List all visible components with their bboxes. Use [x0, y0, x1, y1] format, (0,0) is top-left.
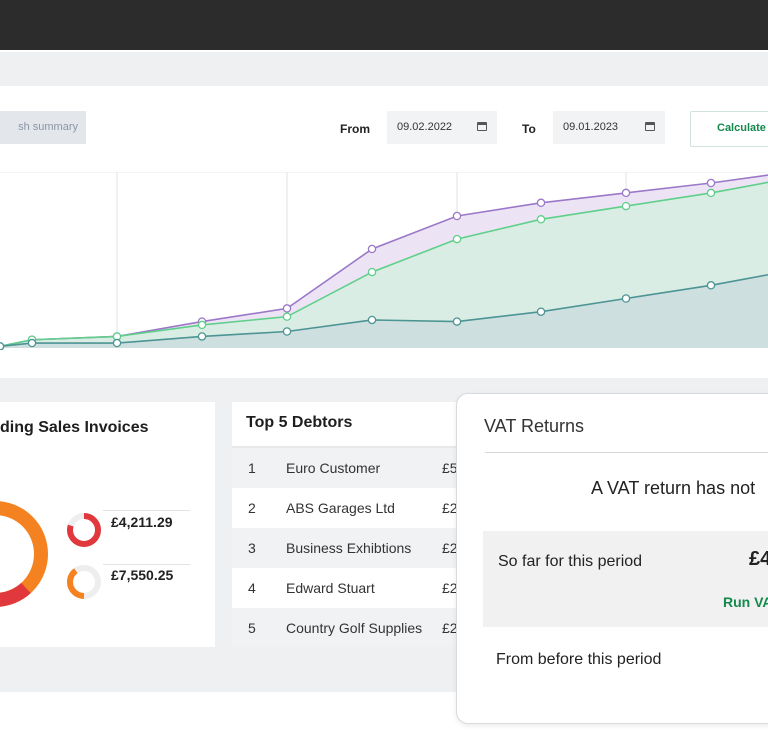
- divider: [485, 452, 768, 453]
- data-point-teal: [0, 342, 5, 350]
- cash-summary-button[interactable]: sh summary: [0, 111, 86, 144]
- sales-invoices-title: ding Sales Invoices: [0, 419, 149, 436]
- debtor-rank: 2: [248, 500, 256, 516]
- data-point-green: [197, 320, 207, 330]
- vat-status-message: A VAT return has not: [591, 478, 756, 498]
- from-label: From: [340, 122, 370, 136]
- mini-ring-orange: [67, 565, 101, 599]
- data-point-teal: [112, 338, 122, 348]
- mini-ring-red: [67, 513, 101, 547]
- current-period-panel: So far for this period £4 Run VA: [483, 531, 768, 627]
- calendar-icon[interactable]: [477, 122, 487, 131]
- data-point-teal: [706, 281, 716, 290]
- to-date-input[interactable]: 09.01.2023: [553, 111, 665, 144]
- invoice-amount-2: £7,550.25: [111, 567, 174, 583]
- cash-flow-chart: [0, 172, 768, 350]
- data-point-teal: [452, 317, 462, 326]
- data-point-green: [452, 234, 462, 244]
- data-point-teal: [282, 327, 292, 336]
- so-far-amount: £4: [749, 548, 768, 570]
- debtor-rank: 1: [248, 460, 256, 476]
- data-point-green: [367, 267, 377, 277]
- table-row[interactable]: 2 ABS Garages Ltd £2: [232, 488, 462, 528]
- so-far-label: So far for this period: [498, 553, 643, 570]
- data-point-green: [536, 215, 546, 224]
- data-point-teal: [197, 332, 207, 341]
- debtor-rank: 4: [248, 580, 256, 596]
- data-point-purple: [706, 178, 716, 188]
- to-date-value: 09.01.2023: [563, 121, 619, 133]
- invoices-donut-chart: [0, 501, 48, 607]
- table-row[interactable]: 5 Country Golf Supplies £2: [232, 608, 462, 647]
- to-label: To: [522, 122, 536, 136]
- data-point-green: [706, 188, 716, 198]
- data-point-teal: [27, 338, 37, 348]
- before-period-label: From before this period: [496, 651, 662, 668]
- from-date-input[interactable]: 09.02.2022: [387, 111, 497, 144]
- table-row[interactable]: 1 Euro Customer £5: [232, 448, 462, 488]
- sales-invoices-card: ding Sales Invoices £4,211.29 £7,550.25: [0, 402, 215, 647]
- debtor-name: Edward Stuart: [286, 580, 375, 596]
- data-point-teal: [536, 307, 546, 316]
- data-point-purple: [367, 244, 377, 254]
- data-point-teal: [367, 315, 377, 325]
- top-debtors-title: Top 5 Debtors: [246, 414, 353, 431]
- divider: [103, 510, 190, 511]
- data-point-green: [621, 201, 631, 211]
- data-point-green: [282, 312, 292, 321]
- data-point-teal: [621, 294, 631, 303]
- vat-returns-card: VAT Returns A VAT return has not So far …: [456, 393, 768, 724]
- debtor-rank: 5: [248, 620, 256, 636]
- debtor-rank: 3: [248, 540, 256, 556]
- top-debtors-card: Top 5 Debtors 1 Euro Customer £5 2 ABS G…: [232, 402, 462, 647]
- invoice-amount-1: £4,211.29: [111, 514, 173, 530]
- data-point-purple: [536, 198, 546, 208]
- from-date-value: 09.02.2022: [397, 121, 453, 133]
- data-point-purple: [282, 304, 292, 313]
- donut-segment-red: [0, 582, 31, 607]
- debtor-name: Country Golf Supplies: [286, 620, 423, 636]
- divider: [103, 564, 190, 565]
- data-point-purple: [621, 188, 631, 198]
- vat-returns-title: VAT Returns: [484, 416, 585, 436]
- table-row[interactable]: 3 Business Exhibtions £2: [232, 528, 462, 568]
- app-top-bar: [0, 0, 768, 50]
- data-point-purple: [452, 211, 462, 221]
- table-row[interactable]: 4 Edward Stuart £2: [232, 568, 462, 608]
- debtor-name: Business Exhibtions: [286, 540, 412, 556]
- debtor-name: ABS Garages Ltd: [286, 500, 395, 516]
- calculate-button[interactable]: Calculate: [690, 111, 768, 147]
- calendar-icon[interactable]: [645, 122, 655, 131]
- debtor-name: Euro Customer: [286, 460, 381, 476]
- run-vat-link[interactable]: Run VA: [723, 594, 768, 610]
